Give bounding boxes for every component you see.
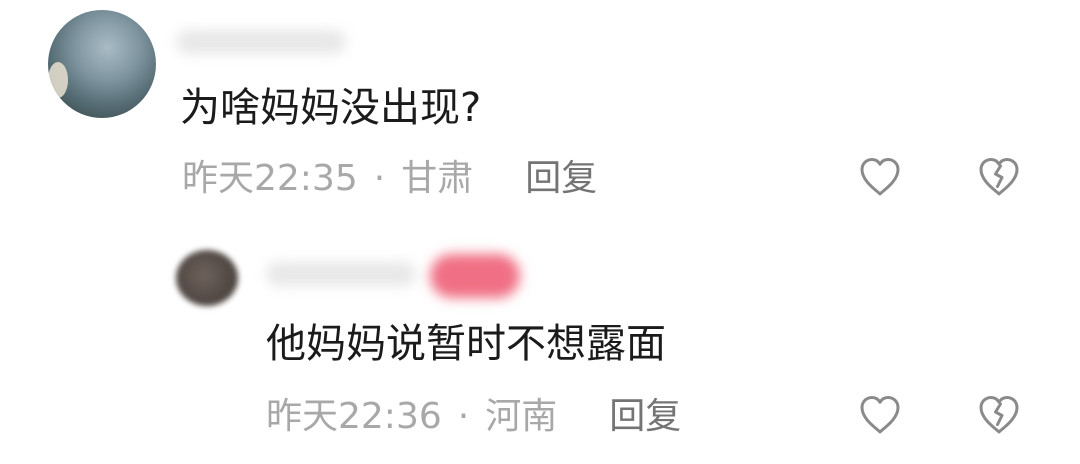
reply-time: 昨天22:36 [266,396,442,437]
comment-text: 为啥妈妈没出现? [180,85,482,131]
comment-time: 昨天22:35 [182,158,358,199]
meta-separator: · [457,396,470,437]
comment-section: { "comments": { "main": { "text": "为啥妈妈没… [0,0,1080,464]
comment-location: 甘肃 [401,158,474,199]
comment-meta: 昨天22:35 · 甘肃 回复 [182,161,597,197]
avatar[interactable] [176,250,238,306]
blurred-username [266,262,416,286]
reply-button[interactable]: 回复 [525,161,597,197]
heart-icon[interactable] [856,153,904,201]
reply-text: 他妈妈说暂时不想露面 [266,321,666,367]
meta-separator: · [373,158,386,199]
blurred-badge [430,254,520,298]
reply-button[interactable]: 回复 [609,399,681,435]
heart-icon[interactable] [856,391,904,439]
blurred-username [176,30,346,54]
broken-heart-icon[interactable] [975,153,1023,201]
broken-heart-icon[interactable] [975,391,1023,439]
reply-location: 河南 [485,396,558,437]
reply-meta: 昨天22:36 · 河南 回复 [266,399,681,435]
avatar[interactable] [48,10,156,118]
